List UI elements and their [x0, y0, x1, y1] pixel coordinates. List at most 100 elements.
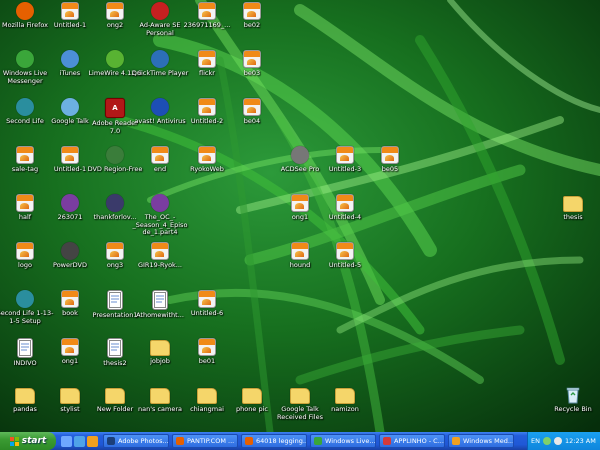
folder-icon	[105, 388, 125, 404]
language-indicator[interactable]: EN	[531, 437, 540, 445]
taskbar-button-label: 64018 legging...	[256, 437, 307, 445]
folder-icon	[242, 388, 262, 404]
second-life-setup-icon	[16, 290, 34, 308]
jpg-file-icon	[106, 2, 124, 20]
winrar-icon	[61, 194, 79, 212]
ad-aware-icon	[151, 2, 169, 20]
start-label: start	[21, 436, 47, 446]
show-desktop-icon[interactable]	[61, 435, 72, 447]
taskbar-button-label: Adobe Photos...	[118, 437, 169, 445]
acdsee-icon	[291, 146, 309, 164]
word-doc-icon	[17, 338, 33, 358]
desktop-icon-label: be05	[381, 165, 399, 173]
windows-logo-icon	[9, 436, 19, 446]
desktop-icon-label: RyokoWeb	[190, 165, 224, 173]
desktop-icon[interactable]: be03	[227, 50, 277, 94]
desktop-icon[interactable]: be01	[182, 338, 232, 382]
desktop-icon[interactable]: be05	[365, 146, 415, 190]
chat-icon	[383, 437, 391, 445]
desktop-icon-label: Untitled-6	[190, 309, 224, 317]
media-player-icon[interactable]	[87, 435, 98, 447]
clock: 12:23 AM	[564, 437, 596, 445]
internet-explorer-icon[interactable]	[74, 435, 85, 447]
folder-icon	[197, 388, 217, 404]
desktop-icon-label: be04	[243, 117, 261, 125]
media-file-icon	[106, 194, 124, 212]
avast-icon	[151, 98, 169, 116]
desktop-icon-label: The_OC_-_Season_4_Episode_1.part4	[132, 213, 188, 236]
second-life-icon	[16, 98, 34, 116]
desktop-icon[interactable]: The_OC_-_Season_4_Episode_1.part4	[133, 194, 187, 238]
system-tray: EN 12:23 AM	[527, 432, 600, 450]
jpg-file-icon	[151, 242, 169, 260]
desktop-icon-label: thesis	[563, 213, 583, 221]
desktop-icon[interactable]: be04	[227, 98, 277, 142]
taskbar-button-label: Windows Live...	[325, 437, 376, 445]
start-button[interactable]: start	[0, 432, 56, 450]
powerpoint-icon	[107, 290, 123, 310]
jpg-file-icon	[16, 194, 34, 212]
jpg-file-icon	[16, 242, 34, 260]
taskbar-button-label: APPLINHO - C...	[394, 437, 444, 445]
google-talk-icon	[61, 98, 79, 116]
powerdvd-icon	[61, 242, 79, 260]
desktop-icon-label: Untitled-4	[328, 213, 362, 221]
jpg-file-icon	[151, 146, 169, 164]
desktop-icon-label: be03	[243, 69, 261, 77]
desktop-icon-label: namizon	[331, 405, 359, 413]
taskbar-button[interactable]: APPLINHO - C...	[379, 434, 445, 448]
jpg-file-icon	[61, 2, 79, 20]
desktop-icon[interactable]: GIR19-Ryok...	[135, 242, 185, 286]
desktop-icon[interactable]: phone pic	[227, 386, 277, 430]
firefox-icon	[16, 2, 34, 20]
jpg-file-icon	[61, 290, 79, 308]
taskbar-button-label: Windows Med...	[463, 437, 514, 445]
jpg-file-icon	[336, 194, 354, 212]
desktop-icon-label: GIR19-Ryok...	[137, 261, 183, 269]
desktop-icon[interactable]: Untitled-6	[182, 290, 232, 334]
jpg-file-icon	[243, 98, 261, 116]
jpg-file-icon	[61, 146, 79, 164]
jpg-file-icon	[198, 2, 216, 20]
taskbar-button[interactable]: 64018 legging...	[241, 434, 307, 448]
jpg-file-icon	[198, 98, 216, 116]
jpg-file-icon	[243, 2, 261, 20]
jpg-file-icon	[381, 146, 399, 164]
taskbar-button[interactable]: PANTIP.COM ...	[172, 434, 238, 448]
network-icon[interactable]	[542, 437, 551, 445]
jpg-file-icon	[198, 50, 216, 68]
jpg-file-icon	[16, 146, 34, 164]
desktop-icon[interactable]: Recycle Bin	[548, 386, 598, 430]
taskbar-button[interactable]: Windows Med...	[448, 434, 514, 448]
jpg-file-icon	[106, 242, 124, 260]
pdf-icon: A	[105, 98, 125, 118]
document-icon	[107, 338, 123, 358]
taskbar-button[interactable]: Adobe Photos...	[103, 434, 169, 448]
desktop-icon[interactable]: namizon	[320, 386, 370, 430]
folder-icon	[15, 388, 35, 404]
desktop-icon[interactable]: thesis	[548, 194, 598, 238]
desktop-icon[interactable]: be02	[227, 2, 277, 46]
taskbar-buttons: Adobe Photos... PANTIP.COM ... 64018 leggi…	[103, 434, 517, 448]
folder-icon	[60, 388, 80, 404]
quick-launch	[56, 435, 103, 447]
desktop-icon[interactable]: Untitled-4	[320, 194, 370, 238]
desktop-icon[interactable]: RyokoWeb	[182, 146, 232, 190]
folder-icon	[290, 388, 310, 404]
desktop-icon[interactable]: Untitled-5	[320, 242, 370, 286]
photoshop-icon	[107, 437, 115, 445]
desktop: Mozilla Firefox Untitled-1 ong2 Ad-Aware SE…	[0, 0, 600, 432]
taskbar: start Adobe Photos... PANTIP.COM ... 64018…	[0, 432, 600, 450]
taskbar-button-label: PANTIP.COM ...	[187, 437, 235, 445]
jpg-file-icon	[336, 146, 354, 164]
folder-icon	[150, 388, 170, 404]
folder-icon	[335, 388, 355, 404]
jpg-file-icon	[291, 242, 309, 260]
messenger-icon	[314, 437, 322, 445]
firefox-icon	[245, 437, 253, 445]
security-icon[interactable]	[553, 437, 562, 445]
jpg-file-icon	[336, 242, 354, 260]
taskbar-button[interactable]: Windows Live...	[310, 434, 376, 448]
document-icon	[152, 290, 168, 310]
jpg-file-icon	[198, 290, 216, 308]
